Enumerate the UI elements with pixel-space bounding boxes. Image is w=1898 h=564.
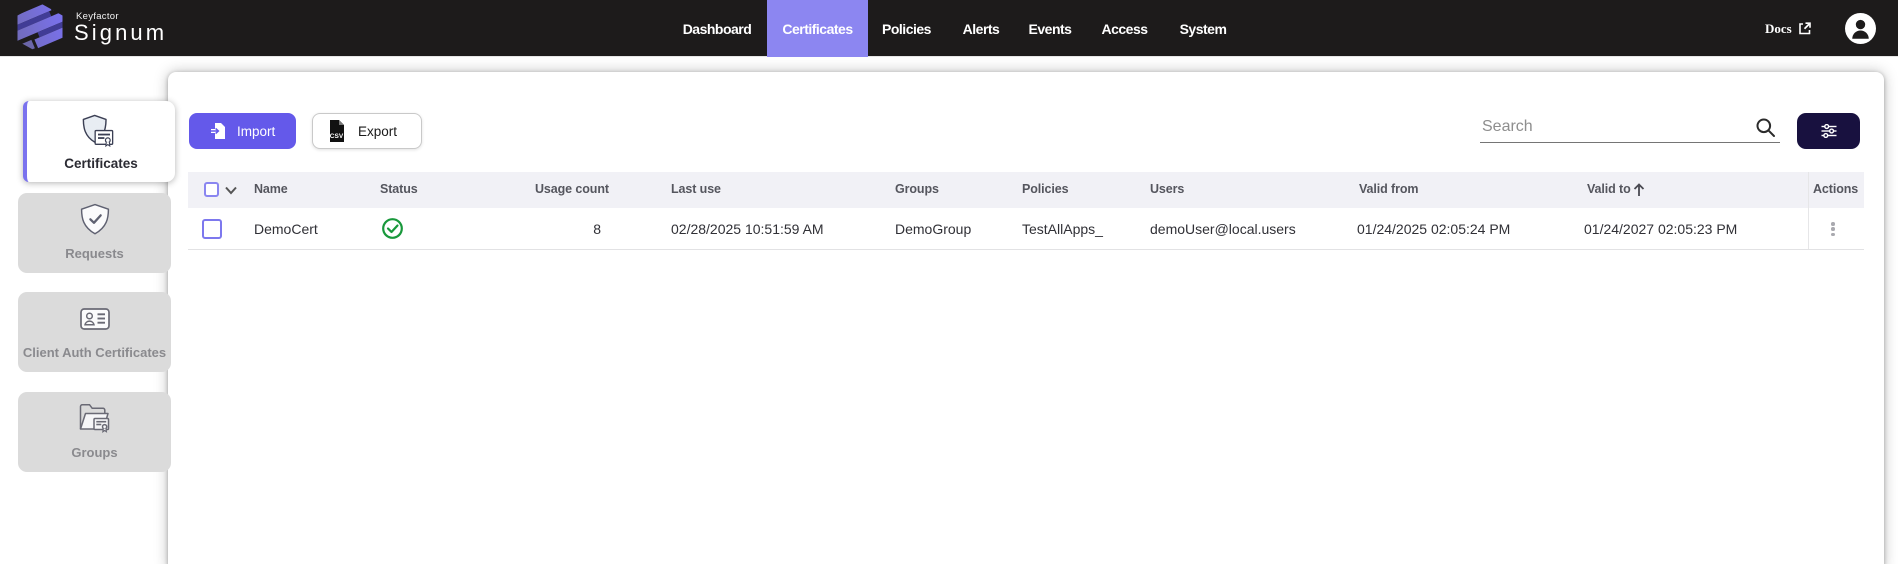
svg-text:CSV: CSV	[330, 133, 344, 140]
